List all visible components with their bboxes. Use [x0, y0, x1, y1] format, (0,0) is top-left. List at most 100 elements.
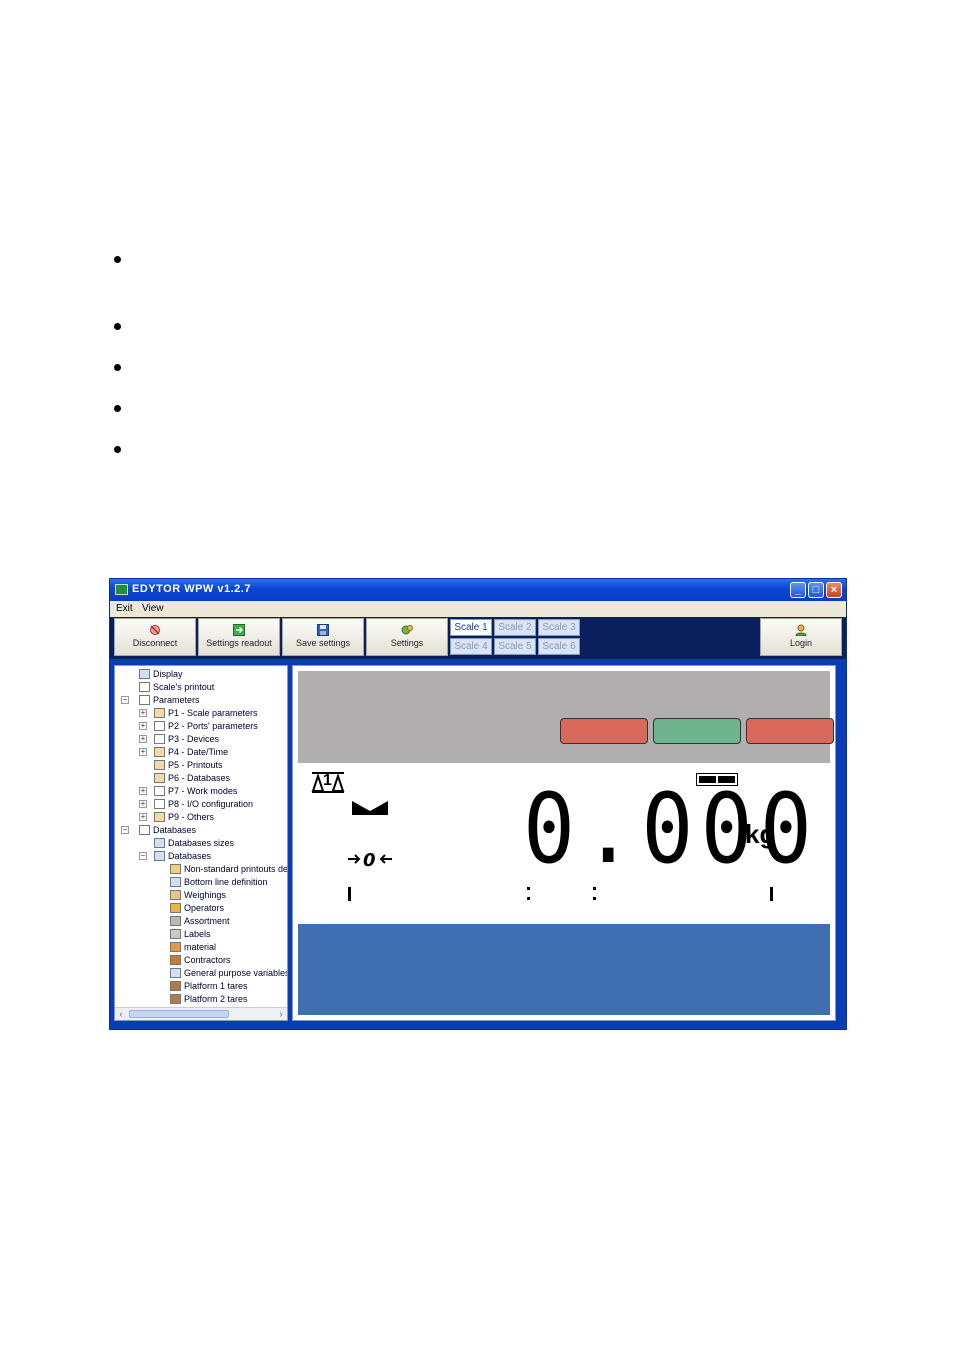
collapse-icon[interactable]: − [121, 696, 129, 704]
tree-item[interactable]: material [170, 941, 216, 953]
scale-6-button[interactable]: Scale 6 [538, 638, 580, 655]
separator-dots [527, 887, 530, 890]
tree-item[interactable]: Databases [154, 850, 211, 862]
weighings-icon [170, 890, 181, 900]
login-button[interactable]: Login [760, 618, 842, 656]
indicator-band [298, 671, 834, 763]
indicator-left [560, 718, 648, 744]
title-bar[interactable]: EDYTOR WPW v1.2.7 _ □ × [110, 579, 846, 601]
folder-icon [139, 695, 150, 705]
tree-item[interactable]: P9 - Others [154, 811, 214, 823]
scale-4-button[interactable]: Scale 4 [450, 638, 492, 655]
lcd-area: 1 0 0.000 kg [298, 763, 830, 924]
expand-icon[interactable]: + [139, 722, 147, 730]
indicator-right [746, 718, 834, 744]
expand-icon[interactable]: + [139, 709, 147, 717]
tree-item[interactable]: P4 - Date/Time [154, 746, 228, 758]
printout-icon [139, 682, 150, 692]
svg-text:0: 0 [363, 850, 376, 869]
window-title: EDYTOR WPW v1.2.7 [132, 583, 251, 595]
expand-icon[interactable]: + [139, 787, 147, 795]
tares-icon [170, 994, 181, 1004]
menu-view[interactable]: View [142, 603, 164, 614]
scroll-right-icon[interactable]: › [275, 1008, 287, 1020]
tree-item[interactable]: Labels [170, 928, 211, 940]
tree-item[interactable]: P3 - Devices [154, 733, 219, 745]
app-icon [115, 584, 128, 595]
tree-item[interactable]: P8 - I/O configuration [154, 798, 253, 810]
minimize-icon[interactable]: _ [790, 582, 806, 598]
disconnect-icon [150, 625, 160, 635]
platform-number: 1 [323, 772, 332, 789]
settings-button[interactable]: Settings [366, 618, 448, 656]
tree-item[interactable]: Parameters [139, 694, 200, 706]
scroll-thumb[interactable] [129, 1010, 229, 1018]
collapse-icon[interactable]: − [121, 826, 129, 834]
bullet [114, 405, 121, 412]
weight-unit: kg [745, 819, 776, 849]
tree-item[interactable]: P7 - Work modes [154, 785, 237, 797]
parameter-icon [154, 721, 165, 731]
collapse-icon[interactable]: − [139, 852, 147, 860]
scale-1-button[interactable]: Scale 1 [450, 619, 492, 636]
material-icon [170, 942, 181, 952]
tree-item[interactable]: Non-standard printouts def [170, 863, 287, 875]
labels-icon [170, 929, 181, 939]
tree-item[interactable]: Bottom line definition [170, 876, 268, 888]
disconnect-button[interactable]: Disconnect [114, 618, 196, 656]
tree-item[interactable]: Operators [170, 902, 224, 914]
stability-icon [352, 801, 388, 815]
tree-item[interactable]: Display [139, 668, 183, 680]
parameter-icon [154, 786, 165, 796]
separator-dots [527, 897, 530, 900]
parameter-icon [154, 773, 165, 783]
close-icon[interactable]: × [826, 582, 842, 598]
expand-icon[interactable]: + [139, 748, 147, 756]
tree-item[interactable]: P1 - Scale parameters [154, 707, 258, 719]
expand-icon[interactable]: + [139, 800, 147, 808]
tree-item[interactable]: Databases sizes [154, 837, 234, 849]
scale-5-button[interactable]: Scale 5 [494, 638, 536, 655]
parameter-icon [154, 734, 165, 744]
menu-exit[interactable]: Exit [116, 603, 133, 614]
arrow-right-icon [233, 624, 245, 636]
parameter-icon [154, 747, 165, 757]
settings-readout-button[interactable]: Settings readout [198, 618, 280, 656]
maximize-icon[interactable]: □ [808, 582, 824, 598]
tree-item[interactable]: General purpose variables [170, 967, 287, 979]
bullet [114, 364, 121, 371]
scale-2-button[interactable]: Scale 2 [494, 619, 536, 636]
tree-item[interactable]: P6 - Databases [154, 772, 230, 784]
parameter-icon [154, 760, 165, 770]
horizontal-scrollbar[interactable]: ‹ › [115, 1007, 287, 1020]
save-settings-button[interactable]: Save settings [282, 618, 364, 656]
tree-item[interactable]: Scale's printout [139, 681, 214, 693]
tree-item[interactable]: Platform 1 tares [170, 980, 248, 992]
printout-def-icon [170, 864, 181, 874]
floppy-disk-icon [317, 624, 329, 636]
range-marker-right [770, 887, 773, 901]
bullet [114, 446, 121, 453]
assortment-icon [170, 916, 181, 926]
separator-dots [593, 887, 596, 890]
expand-icon[interactable]: + [139, 735, 147, 743]
tree-item[interactable]: Platform 2 tares [170, 993, 248, 1005]
toolbar: Disconnect Settings readout Save setting… [110, 617, 846, 659]
expand-icon[interactable]: + [139, 813, 147, 821]
tree-item[interactable]: Weighings [170, 889, 226, 901]
menu-bar: Exit View [110, 601, 846, 617]
scroll-left-icon[interactable]: ‹ [115, 1008, 127, 1020]
scale-display-panel: 1 0 0.000 kg [292, 665, 836, 1021]
scale-3-button[interactable]: Scale 3 [538, 619, 580, 636]
database-icon [154, 851, 165, 861]
tree-item[interactable]: P5 - Printouts [154, 759, 223, 771]
tree-item[interactable]: Databases [139, 824, 196, 836]
indicator-middle [653, 718, 741, 744]
tree-item[interactable]: P2 - Ports' parameters [154, 720, 258, 732]
tree-item[interactable]: Assortment [170, 915, 230, 927]
zero-icon: 0 [348, 850, 392, 869]
gear-icon [401, 625, 413, 635]
settings-tree: Display Scale's printout − Parameters + … [114, 665, 288, 1021]
tree-item[interactable]: Contractors [170, 954, 231, 966]
separator-dots [593, 897, 596, 900]
